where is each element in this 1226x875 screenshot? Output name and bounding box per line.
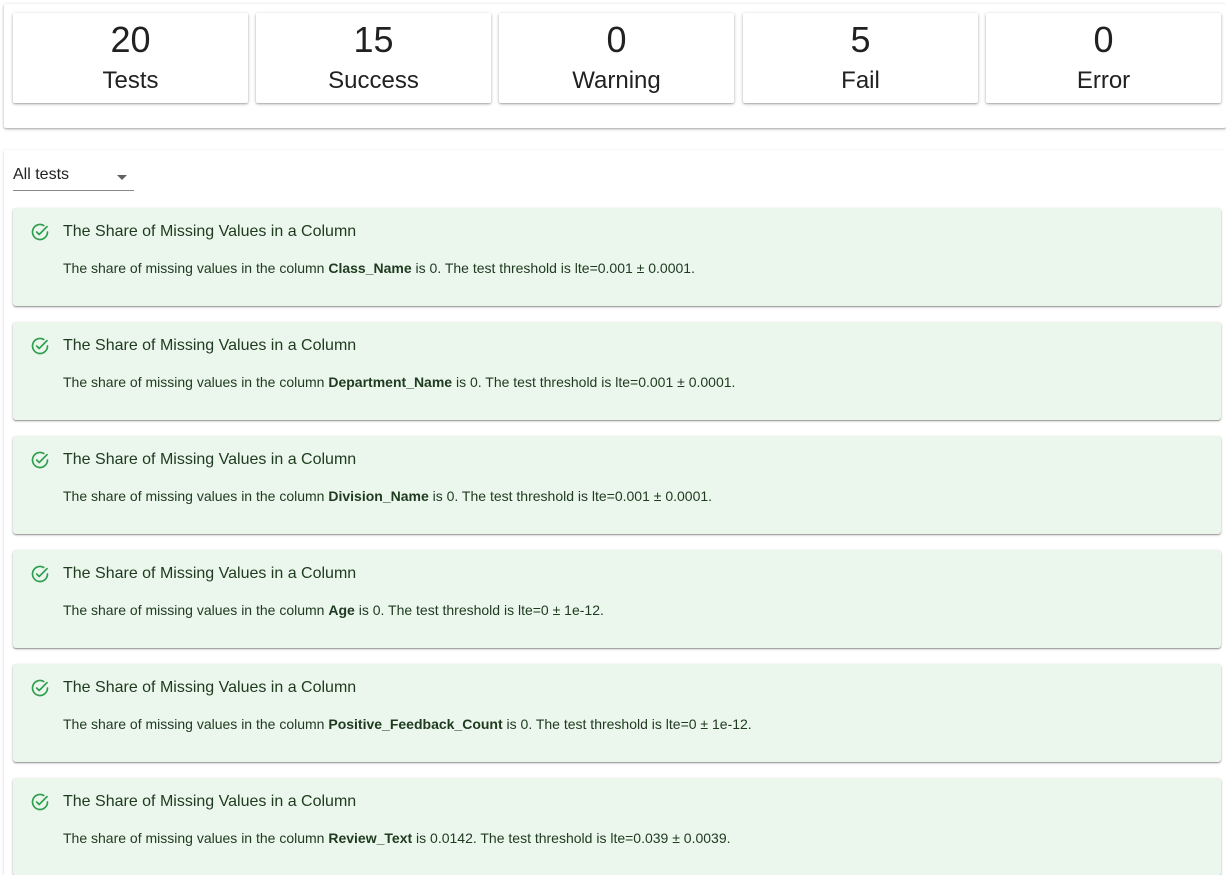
dropdown-arrow-icon — [117, 175, 127, 180]
test-result-card[interactable]: The Share of Missing Values in a Column … — [13, 208, 1221, 306]
test-result-card[interactable]: The Share of Missing Values in a Column … — [13, 778, 1221, 875]
stat-card-warning: 0 Warning — [499, 13, 734, 103]
test-description: The share of missing values in the colum… — [63, 830, 731, 846]
check-circle-icon — [31, 337, 49, 355]
test-filter-value: All tests — [13, 166, 70, 183]
column-name: Division_Name — [328, 488, 429, 504]
test-title: The Share of Missing Values in a Column — [63, 565, 357, 582]
test-description: The share of missing values in the colum… — [63, 602, 604, 618]
column-name: Age — [328, 602, 355, 618]
tests-label: Tests — [102, 67, 159, 94]
success-count: 15 — [353, 19, 394, 60]
test-description: The share of missing values in the colum… — [63, 716, 752, 732]
stat-card-error: 0 Error — [986, 13, 1221, 103]
fail-count: 5 — [850, 19, 871, 60]
column-name: Class_Name — [328, 260, 412, 276]
stat-card-tests: 20 Tests — [13, 13, 248, 103]
check-circle-icon — [31, 679, 49, 697]
test-result-card[interactable]: The Share of Missing Values in a Column … — [13, 322, 1221, 420]
test-description: The share of missing values in the colum… — [63, 374, 736, 390]
test-summary-panel: 20 Tests 15 Success 0 Warning 5 Fail 0 E… — [4, 4, 1226, 128]
error-label: Error — [1076, 67, 1131, 94]
test-description: The share of missing values in the colum… — [63, 260, 695, 276]
check-circle-icon — [31, 565, 49, 583]
test-description: The share of missing values in the colum… — [63, 488, 713, 504]
test-filter-select[interactable]: All tests — [13, 163, 134, 191]
stat-card-success: 15 Success — [256, 13, 491, 103]
test-title: The Share of Missing Values in a Column — [63, 451, 357, 468]
warning-label: Warning — [572, 67, 661, 94]
test-title: The Share of Missing Values in a Column — [63, 793, 357, 810]
check-circle-icon — [31, 451, 49, 469]
warning-count: 0 — [606, 19, 627, 60]
test-result-card[interactable]: The Share of Missing Values in a Column … — [13, 550, 1221, 648]
test-title: The Share of Missing Values in a Column — [63, 223, 357, 240]
column-name: Review_Text — [328, 830, 413, 846]
tests-count: 20 — [110, 19, 151, 60]
fail-label: Fail — [841, 67, 880, 94]
test-title: The Share of Missing Values in a Column — [63, 337, 357, 354]
test-result-card[interactable]: The Share of Missing Values in a Column … — [13, 436, 1221, 534]
check-circle-icon — [31, 223, 49, 241]
success-label: Success — [328, 67, 419, 94]
test-result-card[interactable]: The Share of Missing Values in a Column … — [13, 664, 1221, 762]
test-title: The Share of Missing Values in a Column — [63, 679, 357, 696]
column-name: Positive_Feedback_Count — [328, 716, 503, 732]
check-circle-icon — [31, 793, 49, 811]
error-count: 0 — [1093, 19, 1114, 60]
stat-card-fail: 5 Fail — [743, 13, 978, 103]
column-name: Department_Name — [328, 374, 453, 390]
